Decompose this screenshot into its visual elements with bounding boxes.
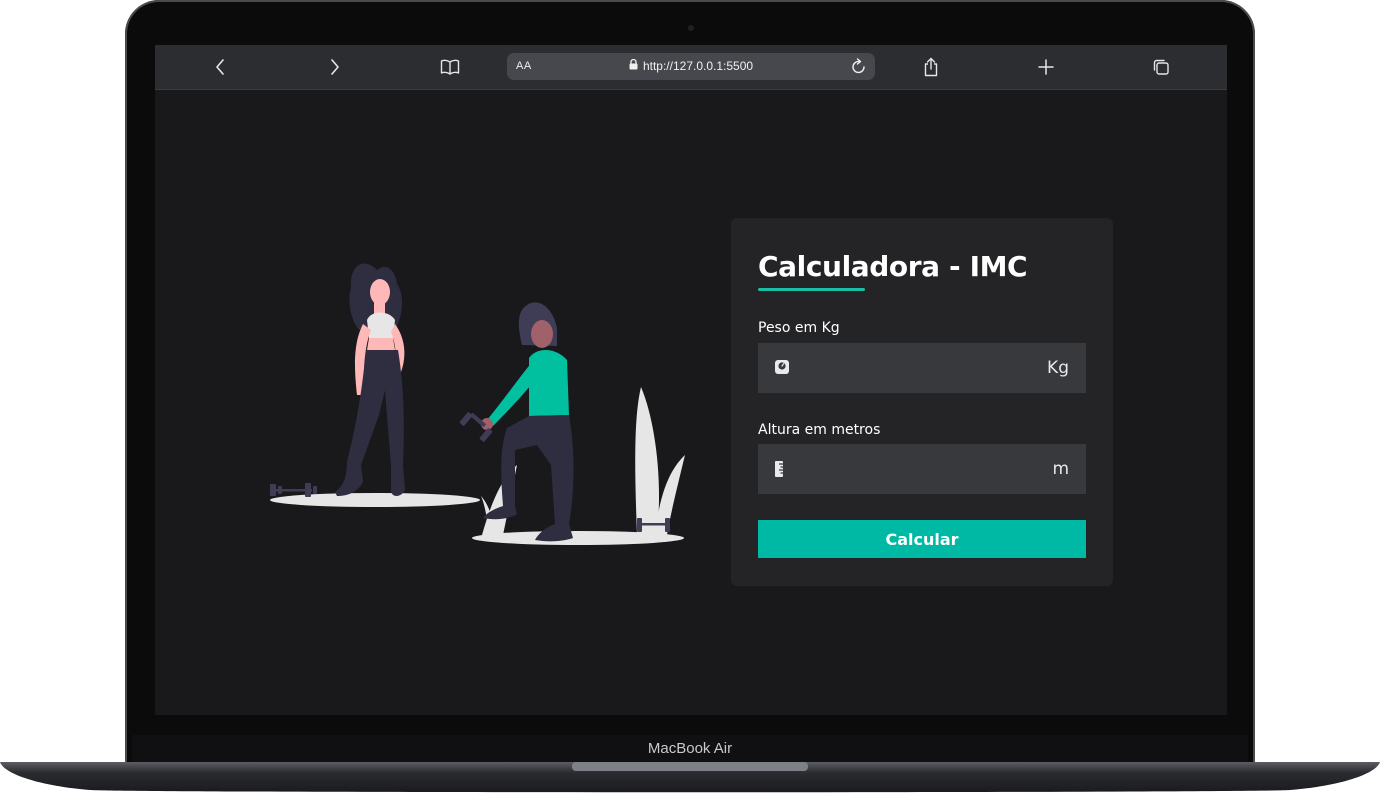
page-title: Calculadora - IMC — [758, 250, 1028, 283]
screen: AA http://127.0.0.1:5500 Calculadora - I… — [155, 45, 1227, 715]
weight-input-box[interactable]: Kg — [758, 343, 1086, 395]
share-icon[interactable] — [921, 45, 941, 89]
height-label: Altura em metros — [758, 422, 881, 438]
weight-unit: Kg — [1047, 358, 1069, 378]
calculate-button[interactable]: Calcular — [758, 520, 1086, 558]
device-brand-label: MacBook Air — [647, 740, 733, 757]
weight-input[interactable] — [802, 343, 1036, 395]
url-display: http://127.0.0.1:5500 — [507, 58, 875, 73]
weight-label: Peso em Kg — [758, 320, 840, 336]
browser-toolbar: AA http://127.0.0.1:5500 — [155, 45, 1227, 90]
camera-dot — [688, 25, 694, 31]
url-bar[interactable]: AA http://127.0.0.1:5500 — [507, 53, 875, 80]
tabs-icon[interactable] — [1151, 45, 1171, 89]
reload-icon[interactable] — [851, 57, 867, 80]
chevron-left-icon[interactable] — [210, 45, 230, 89]
url-text: http://127.0.0.1:5500 — [642, 59, 754, 73]
laptop-base — [0, 762, 1380, 793]
book-icon[interactable] — [439, 45, 461, 89]
height-input[interactable] — [802, 444, 1036, 496]
scale-icon — [774, 359, 790, 380]
imc-card: Calculadora - IMC Peso em Kg Kg Altura e… — [731, 218, 1113, 586]
height-input-box[interactable]: m — [758, 444, 1086, 496]
height-unit: m — [1052, 459, 1069, 479]
lock-icon — [629, 58, 638, 73]
ruler-icon — [774, 460, 784, 483]
fitness-illustration — [270, 263, 685, 545]
title-underline — [758, 288, 865, 291]
plus-icon[interactable] — [1036, 45, 1056, 89]
chevron-right-icon[interactable] — [325, 45, 345, 89]
